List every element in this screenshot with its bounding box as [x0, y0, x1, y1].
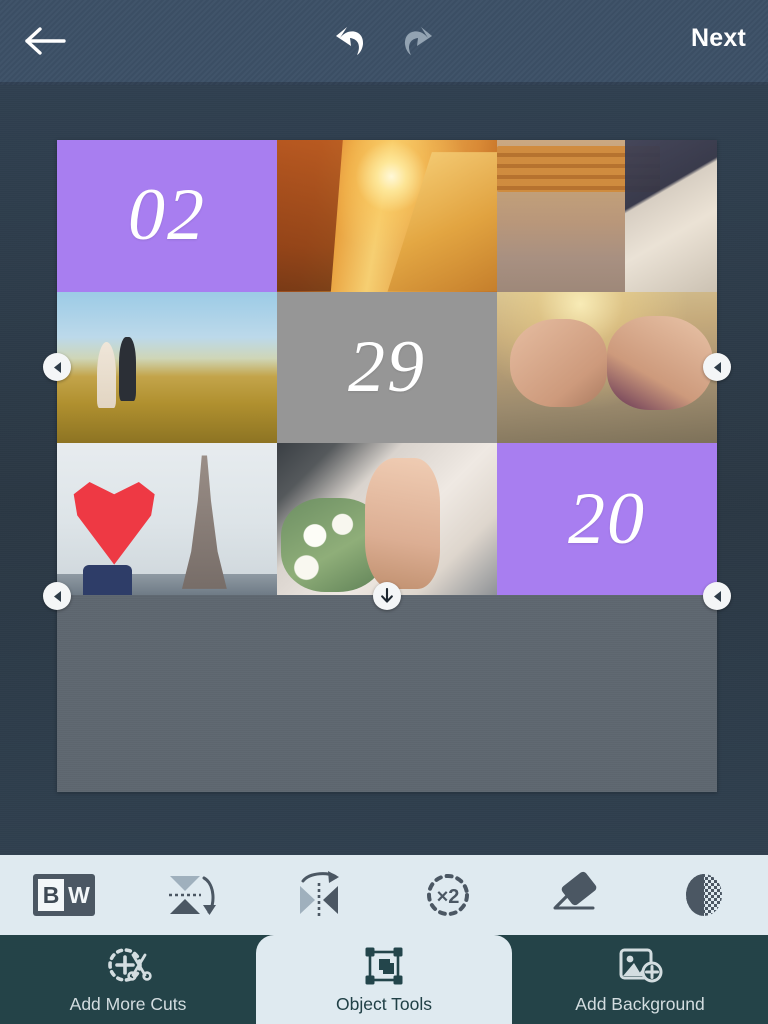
- undo-button[interactable]: [328, 22, 374, 64]
- editor-workspace: 02 29 20: [0, 85, 768, 855]
- tile-number-label: 02: [128, 174, 206, 257]
- svg-text:B: B: [43, 882, 60, 908]
- handle-bottom-right[interactable]: [703, 582, 731, 610]
- image-plus-icon: [619, 948, 663, 982]
- opacity-tool[interactable]: [640, 855, 768, 935]
- duplicate-tool[interactable]: ×2: [384, 855, 512, 935]
- handle-bottom-left[interactable]: [43, 582, 71, 610]
- object-tool-strip: B W ×2: [0, 855, 768, 935]
- add-more-cuts-tab[interactable]: Add More Cuts: [0, 935, 256, 1024]
- cut-plus-icon: [108, 947, 152, 982]
- photo-couple-bench: [497, 140, 717, 292]
- collage-tile[interactable]: [57, 443, 277, 595]
- top-bar: Next: [0, 0, 768, 85]
- object-tools-label: Object Tools: [336, 993, 432, 1014]
- add-background-tab[interactable]: Add Background: [512, 935, 768, 1024]
- arrow-left-icon: [23, 24, 69, 63]
- tile-number-label: 20: [568, 477, 646, 560]
- add-background-label: Add Background: [575, 993, 705, 1014]
- bw-icon: B W: [33, 874, 95, 916]
- duplicate-x2-icon: ×2: [427, 874, 469, 916]
- flip-vertical-tool[interactable]: [128, 855, 256, 935]
- collage-tile[interactable]: [497, 291, 717, 444]
- next-button[interactable]: Next: [691, 24, 746, 53]
- eraser-tool[interactable]: [512, 855, 640, 935]
- collage-tile[interactable]: 20: [497, 443, 717, 595]
- eraser-icon: [553, 871, 597, 910]
- bottom-navigation: Add More Cuts Object Tools Add Backgroun…: [0, 935, 768, 1024]
- photo-collage-grid[interactable]: 02 29 20: [57, 140, 717, 595]
- add-more-cuts-label: Add More Cuts: [69, 993, 187, 1014]
- flip-horizontal-icon: [300, 871, 339, 916]
- collage-tile[interactable]: [497, 140, 717, 292]
- svg-text:×2: ×2: [437, 886, 460, 908]
- back-button[interactable]: [22, 22, 70, 64]
- collage-tile[interactable]: 29: [277, 291, 497, 444]
- flip-horizontal-tool[interactable]: [256, 855, 384, 935]
- collage-tile[interactable]: [277, 140, 497, 292]
- photo-couple-field: [57, 291, 277, 444]
- collage-canvas[interactable]: 02 29 20: [43, 140, 731, 792]
- opacity-checker-icon: [686, 874, 722, 916]
- photo-couple-sunset: [277, 140, 497, 292]
- black-and-white-tool[interactable]: B W: [0, 855, 128, 935]
- tile-number-label: 29: [348, 325, 426, 408]
- collage-tile[interactable]: [277, 443, 497, 595]
- object-tools-tab[interactable]: Object Tools: [256, 935, 512, 1024]
- redo-button[interactable]: [394, 22, 440, 64]
- collage-tile[interactable]: 02: [57, 140, 277, 292]
- handle-left[interactable]: [43, 353, 71, 381]
- photo-paris-umbrella: [57, 443, 277, 595]
- handle-right[interactable]: [703, 353, 731, 381]
- photo-pinky-promise: [497, 291, 717, 444]
- object-selection-icon: [365, 947, 403, 984]
- collage-tile[interactable]: [57, 291, 277, 444]
- svg-text:W: W: [68, 882, 90, 908]
- photo-bride-bouquet: [277, 443, 497, 595]
- flip-vertical-icon: [169, 876, 216, 915]
- handle-bottom-center[interactable]: [373, 582, 401, 610]
- redo-icon: [400, 25, 434, 62]
- undo-icon: [334, 25, 368, 62]
